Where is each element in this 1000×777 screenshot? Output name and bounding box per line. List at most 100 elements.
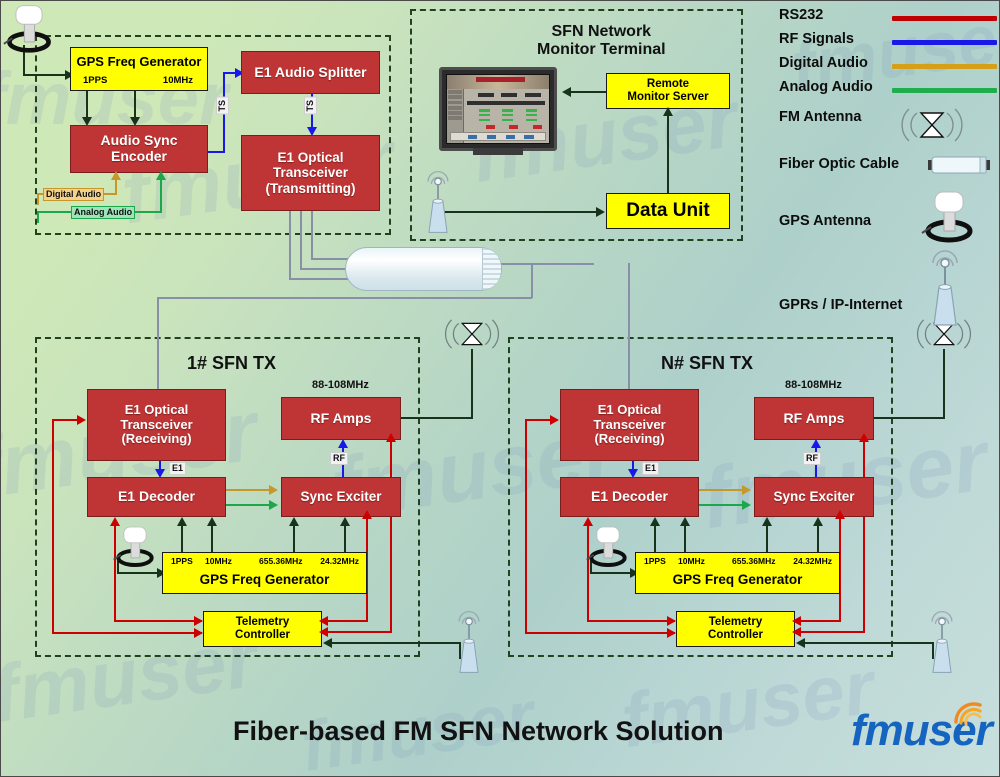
fm-antenna-icon <box>897 105 967 150</box>
arrow-head <box>792 616 801 626</box>
block-rf-amps-1[interactable]: RF Amps <box>281 397 401 440</box>
arrow-head <box>792 627 801 637</box>
diagram-canvas: fmuser fmuser fmuser fmuser fmuser fmuse… <box>0 0 1000 777</box>
monitor-chip <box>477 92 494 97</box>
arrow-head <box>596 207 605 217</box>
monitor-status-ok <box>478 109 490 112</box>
arrow-head <box>562 87 571 97</box>
legend-row-digital-audio: Digital Audio <box>779 55 997 79</box>
legend-row-gps-antenna: GPS Antenna <box>779 187 997 249</box>
block-title-line2: Monitor Server <box>627 91 709 103</box>
arrow-head <box>742 485 751 495</box>
arrow-head <box>177 517 187 526</box>
monitor-status-ok <box>525 118 537 122</box>
wire-dataunit-to-server <box>667 113 669 193</box>
block-e1-optical-transceiver-rx-1[interactable]: E1 Optical Transceiver (Receiving) <box>87 389 226 461</box>
block-title: E1 Decoder <box>590 488 669 505</box>
block-e1-decoder-1[interactable]: E1 Decoder <box>87 477 226 517</box>
wire-digital-audio-up <box>115 179 117 194</box>
signal-tag-ts-2: TS <box>304 97 317 115</box>
rs232-2-optrx-top <box>525 419 553 421</box>
monitor-footer <box>450 131 546 141</box>
monitor-status-ok <box>502 113 514 117</box>
gps-antenna-icon <box>111 523 159 574</box>
wire-gps1-655-up <box>293 524 295 552</box>
block-title: RF Amps <box>310 409 372 426</box>
monitor-status-ok <box>525 113 537 117</box>
wire-rfamp1-to-fmant <box>401 417 472 419</box>
arrow-head <box>362 510 372 519</box>
wire-gpsant-right <box>23 74 68 76</box>
port-label-1pps: 1PPS <box>171 556 193 566</box>
ip-antenna-icon <box>415 169 461 240</box>
monitor-status-ok <box>525 109 537 112</box>
tx-site-1-band: 88-108MHz <box>312 379 369 391</box>
wire-gps2-10mhz-up <box>684 524 686 552</box>
arrow-head <box>156 171 166 180</box>
block-rf-amps-2[interactable]: RF Amps <box>754 397 874 440</box>
block-telemetry-controller-2[interactable]: Telemetry Controller <box>676 611 795 647</box>
block-gps-freq-generator-1[interactable]: GPS Freq Generator 1PPS 10MHz 655.36MHz … <box>162 552 367 594</box>
page-title: Fiber-based FM SFN Network Solution <box>233 716 724 746</box>
ip-antenna-icon <box>919 609 965 680</box>
rs232-1-optrx-v <box>52 419 54 633</box>
port-label-2432mhz: 24.32MHz <box>320 556 359 566</box>
port-label-10mhz: 10MHz <box>205 556 232 566</box>
legend-label: Digital Audio <box>779 55 868 71</box>
block-e1-optical-transceiver-rx-2[interactable]: E1 Optical Transceiver (Receiving) <box>560 389 699 461</box>
block-title: Sync Exciter <box>300 489 382 505</box>
rs232-2-decoder-h <box>587 620 675 622</box>
block-title-line2: Controller <box>708 629 763 641</box>
fiber-strand-1 <box>289 211 291 279</box>
block-title-line2: Transceiver <box>272 165 349 181</box>
tx-site-1-title: 1# SFN TX <box>187 353 277 373</box>
legend-label: GPRs / IP-Internet <box>779 297 903 313</box>
rs232-2-exciter-h <box>796 620 841 622</box>
legend: RS232 RF Signals Digital Audio Analog Au… <box>779 7 997 327</box>
fmuser-logo: fmuser <box>851 702 993 756</box>
legend-row-gprs-ip-internet: GPRs / IP-Internet <box>779 249 997 327</box>
arrow-head <box>77 415 86 425</box>
arrow-head <box>207 517 217 526</box>
arrow-head <box>796 638 805 648</box>
monitor-banner-title <box>475 77 525 83</box>
block-e1-decoder-2[interactable]: E1 Decoder <box>560 477 699 517</box>
legend-color-bar-rf <box>892 40 997 45</box>
block-title: E1 Decoder <box>117 488 196 505</box>
wire-gps2-1pps-up <box>654 524 656 552</box>
block-telemetry-controller-1[interactable]: Telemetry Controller <box>203 611 322 647</box>
arrow-head <box>319 616 328 626</box>
block-gps-freq-generator-2[interactable]: GPS Freq Generator 1PPS 10MHz 655.36MHz … <box>635 552 840 594</box>
signal-tag-rf-1: RF <box>330 452 348 465</box>
fiber-strand-2 <box>300 211 302 269</box>
label-analog-audio: Analog Audio <box>71 206 136 219</box>
rs232-2-rfamp-h <box>796 631 865 633</box>
wire-ipant1-telemetry-h <box>331 642 461 644</box>
fiber-out-bottom <box>157 297 532 299</box>
block-e1-optical-transceiver-tx[interactable]: E1 Optical Transceiver (Transmitting) <box>241 135 380 211</box>
block-sync-exciter-2[interactable]: Sync Exciter <box>754 477 874 517</box>
block-title-line2: Transceiver <box>593 416 666 432</box>
rs232-1-rfamp-h <box>323 631 392 633</box>
port-label-10mhz: 10MHz <box>678 556 705 566</box>
wire-gps2-655-up <box>766 524 768 552</box>
rs232-1-decoder-h <box>114 620 202 622</box>
block-data-unit[interactable]: Data Unit <box>606 193 730 229</box>
block-title-line2: Transceiver <box>120 416 193 432</box>
arrow-head <box>835 510 845 519</box>
wire-decoder1-digital <box>226 489 271 491</box>
fiber-drop-left <box>157 297 159 347</box>
block-audio-sync-encoder[interactable]: Audio Sync Encoder <box>70 125 208 173</box>
legend-row-analog-audio: Analog Audio <box>779 79 997 103</box>
block-e1-audio-splitter[interactable]: E1 Audio Splitter <box>241 51 380 94</box>
block-sync-exciter-1[interactable]: Sync Exciter <box>281 477 401 517</box>
wire-gps1-2432-up <box>344 524 346 552</box>
arrow-head <box>762 517 772 526</box>
arrow-head <box>194 628 203 638</box>
block-remote-monitor-server[interactable]: Remote Monitor Server <box>606 73 730 109</box>
block-gps-freq-generator-headend[interactable]: GPS Freq Generator 1PPS 10MHz <box>70 47 208 91</box>
block-title-line3: (Receiving) <box>594 431 665 447</box>
wire-gps1-10mhz-up <box>211 524 213 552</box>
ip-antenna-icon <box>917 249 973 332</box>
block-title-line1: Telemetry <box>235 616 290 629</box>
